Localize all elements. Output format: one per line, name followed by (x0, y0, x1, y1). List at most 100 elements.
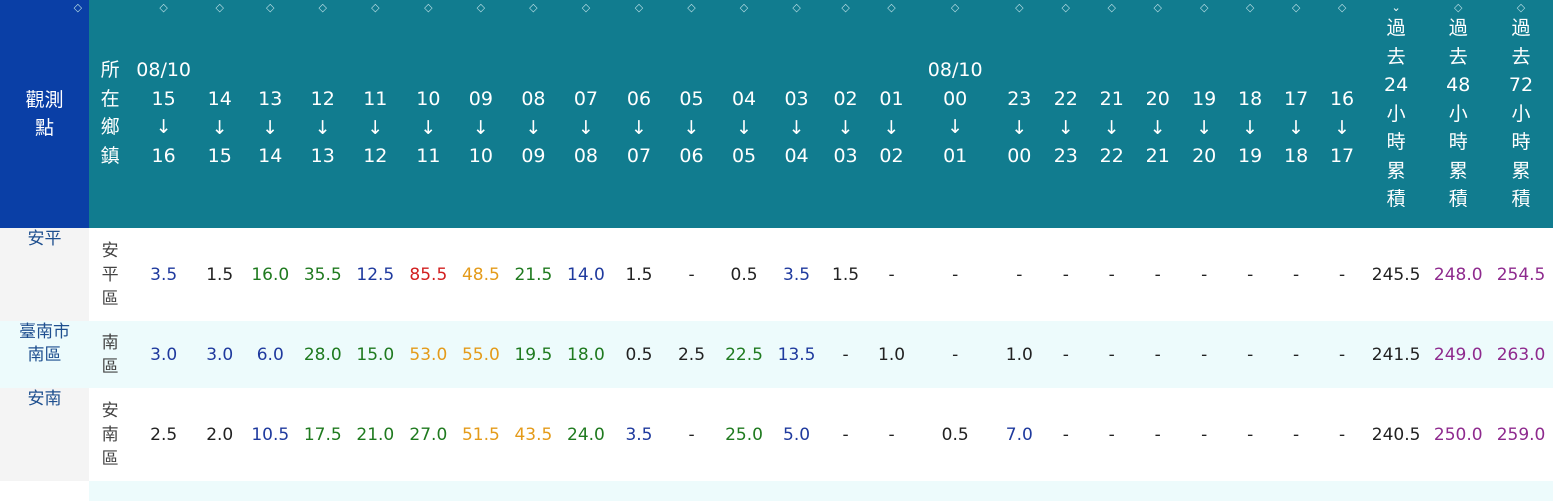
column-header-hour-21-22[interactable]: ◇ 21 ↓ 22 (1089, 0, 1135, 228)
station-name-link[interactable]: 安平 (0, 228, 89, 321)
column-header-hour-03-04[interactable]: ◇ 03 ↓ 04 (770, 0, 823, 228)
sort-updown-icon[interactable]: ◇ (1243, 2, 1257, 22)
rainfall-value: 3.5 (612, 388, 666, 481)
rainfall-value: 43.5 (507, 388, 560, 481)
hour-range-label: 18 ↓ 19 (1238, 0, 1262, 171)
empty-cell (507, 481, 560, 501)
column-header-hour-09-10[interactable]: ◇ 09 ↓ 10 (454, 0, 508, 228)
sort-desc-icon[interactable]: ⌄ (1389, 1, 1403, 22)
sort-updown-icon[interactable]: ◇ (421, 2, 435, 22)
station-name-link[interactable]: 臺南市 南區 (0, 321, 89, 388)
sort-updown-icon[interactable]: ◇ (685, 1, 699, 22)
sort-updown-icon[interactable]: ◇ (213, 2, 227, 22)
column-header-hour-12-13[interactable]: ◇ 12 ↓ 13 (297, 0, 349, 228)
sort-updown-icon[interactable]: ◇ (263, 2, 277, 22)
hour-to: 03 (833, 145, 858, 167)
column-header-hour-18-19[interactable]: ◇ 18 ↓ 19 (1227, 0, 1273, 228)
column-header-hour-22-23[interactable]: ◇ 22 ↓ 23 (1042, 0, 1090, 228)
sort-updown-icon[interactable]: ◇ (1451, 2, 1465, 22)
column-header-hour-06-07[interactable]: ◇ 06 ↓ 07 (612, 0, 666, 228)
column-header-station[interactable]: ◇ 觀測點 (0, 0, 89, 228)
column-header-hour-19-20[interactable]: ◇ 19 ↓ 20 (1180, 0, 1228, 228)
chevron-down-icon: ⌄ (1391, 1, 1401, 14)
hour-to: 12 (363, 145, 388, 167)
accumulation-value: 249.0 (1427, 321, 1490, 388)
sort-updown-icon[interactable]: ◇ (368, 2, 382, 22)
hour-from: 07 (573, 88, 599, 110)
accumulation-label-part: 積 (1386, 188, 1406, 210)
updown-diamond-icon: ◇ (687, 1, 696, 14)
sort-updown-icon[interactable]: ◇ (839, 2, 853, 22)
sort-updown-icon[interactable]: ◇ (474, 2, 488, 22)
sort-updown-icon[interactable]: ◇ (632, 2, 646, 22)
sort-updown-icon[interactable]: ◇ (1514, 2, 1528, 22)
column-header-hour-01-02[interactable]: ◇ 01 ↓ 02 (868, 0, 915, 228)
column-header-hour-23-00[interactable]: ◇ 23 ↓ 00 (996, 0, 1043, 228)
column-header-hour-08-09[interactable]: ◇ 08 ↓ 09 (507, 0, 560, 228)
accumulation-label-part: 積 (1511, 188, 1531, 210)
column-header-hour-04-05[interactable]: ◇ 04 ↓ 05 (717, 0, 771, 228)
column-header-hour-05-06[interactable]: ◇ 05 ↓ 06 (665, 0, 718, 228)
sort-updown-icon[interactable]: ◇ (885, 2, 899, 22)
sort-updown-icon[interactable]: ◇ (526, 1, 540, 22)
arrow-down-icon: ↓ (1057, 116, 1074, 139)
sort-updown-icon[interactable]: ◇ (579, 2, 593, 22)
column-header-accumulation-48[interactable]: ◇ 過去 48 小時累積 (1427, 0, 1490, 228)
empty-cell (0, 481, 89, 501)
sort-updown-icon[interactable]: ◇ (948, 2, 962, 22)
hour-to: 14 (258, 145, 283, 167)
sort-updown-icon[interactable]: ◇ (1012, 2, 1026, 22)
rainfall-value: - (1180, 321, 1228, 388)
hour-to: 17 (1329, 145, 1355, 167)
town-name-char: 區 (101, 288, 119, 309)
hour-from: 01 (879, 88, 904, 110)
column-header-hour-11-12[interactable]: ◇ 11 ↓ 12 (348, 0, 403, 228)
sort-updown-icon[interactable]: ◇ (737, 2, 751, 22)
rainfall-value: - (1089, 228, 1135, 321)
sort-updown-icon[interactable]: ◇ (316, 2, 330, 22)
rainfall-table: ◇ 觀測點所在鄉鎮 ◇ 08/10 15 ↓ 16 ◇ 14 ↓ 15 ◇ 13 ↓ 14 ◇ 12 ↓ 13 ◇ 11… (0, 0, 1553, 501)
column-header-accumulation-24[interactable]: ⌄ 過去 24 小時累積 (1364, 0, 1428, 228)
rainfall-value: 0.5 (612, 321, 666, 388)
rainfall-value: 5.0 (770, 388, 823, 481)
column-header-hour-00-01[interactable]: ◇ 08/10 00 ↓ 01 (914, 0, 997, 228)
column-header-hour-16-17[interactable]: ◇ 16 ↓ 17 (1319, 0, 1365, 228)
sort-updown-icon[interactable]: ◇ (790, 2, 804, 22)
table-row-partial (0, 481, 1553, 501)
sort-updown-icon[interactable]: ◇ (1059, 2, 1073, 22)
column-header-hour-20-21[interactable]: ◇ 20 ↓ 21 (1134, 0, 1181, 228)
sort-updown-icon[interactable]: ◇ (71, 2, 85, 22)
sort-updown-icon[interactable]: ◇ (1289, 2, 1303, 22)
station-name-text: 臺南市 (18, 322, 70, 342)
column-header-hour-07-08[interactable]: ◇ 07 ↓ 08 (559, 0, 613, 228)
column-header-accumulation-72[interactable]: ◇ 過去 72 小時累積 (1489, 0, 1553, 228)
hour-from: 11 (363, 88, 388, 110)
rainfall-value: 28.0 (297, 321, 349, 388)
rainfall-value: - (1180, 388, 1228, 481)
empty-cell (297, 481, 349, 501)
hour-to: 05 (731, 145, 757, 167)
sort-updown-icon[interactable]: ◇ (1151, 2, 1165, 22)
arrow-down-icon: ↓ (1103, 116, 1120, 139)
hour-from: 08 (521, 88, 546, 110)
column-header-hour-13-14[interactable]: ◇ 13 ↓ 14 (243, 0, 298, 228)
accumulation-value: 259.0 (1489, 388, 1553, 481)
column-header-hour-10-11[interactable]: ◇ 10 ↓ 11 (402, 0, 455, 228)
arrow-down-icon: ↓ (736, 116, 752, 139)
station-name-link[interactable]: 安南 (0, 388, 89, 481)
sort-updown-icon[interactable]: ◇ (1105, 2, 1119, 22)
rainfall-value: 0.5 (717, 228, 771, 321)
column-header-hour-15-16[interactable]: ◇ 08/10 15 ↓ 16 (131, 0, 196, 228)
arrow-down-icon: ↓ (367, 116, 384, 139)
sort-updown-icon[interactable]: ◇ (157, 2, 171, 22)
hour-to: 21 (1145, 145, 1170, 167)
column-header-hour-02-03[interactable]: ◇ 02 ↓ 03 (822, 0, 869, 228)
column-header-hour-17-18[interactable]: ◇ 17 ↓ 18 (1272, 0, 1320, 228)
rainfall-value: 13.5 (770, 321, 823, 388)
sort-updown-icon[interactable]: ◇ (1335, 2, 1349, 22)
sort-updown-icon[interactable]: ◇ (1197, 2, 1211, 22)
rainfall-value: - (914, 321, 997, 388)
hour-from: 13 (258, 88, 283, 110)
column-header-hour-14-15[interactable]: ◇ 14 ↓ 15 (195, 0, 244, 228)
updown-diamond-icon: ◇ (529, 1, 538, 14)
